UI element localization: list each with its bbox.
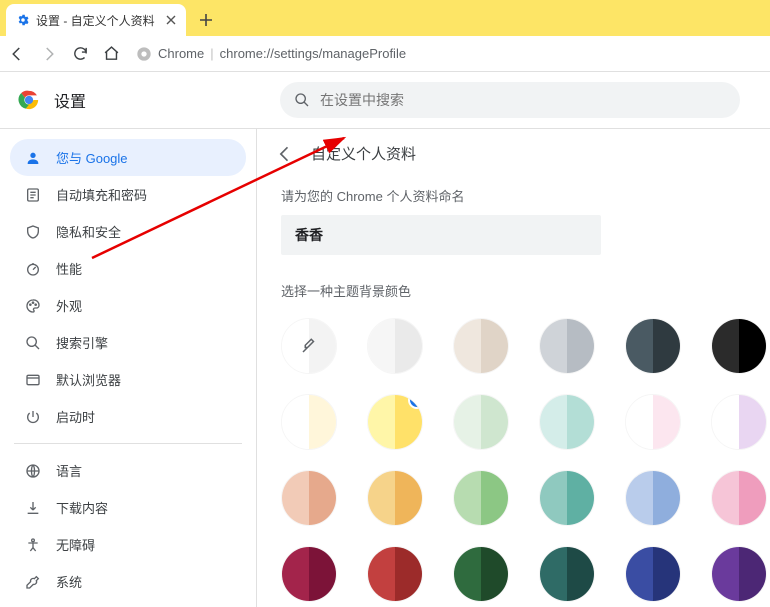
eyedropper-icon: [282, 319, 336, 373]
sidebar-item-label: 下载内容: [56, 498, 108, 517]
color-picker-swatch[interactable]: [281, 318, 337, 374]
omnibox-url: chrome://settings/manageProfile: [220, 46, 406, 61]
sidebar-item[interactable]: 隐私和安全: [10, 213, 246, 250]
gear-icon: [16, 13, 30, 27]
theme-swatch[interactable]: [711, 470, 767, 526]
wrench-icon: [24, 574, 42, 590]
theme-swatch[interactable]: [453, 470, 509, 526]
accessibility-icon: [24, 537, 42, 553]
sidebar-item[interactable]: 自动填充和密码: [10, 176, 246, 213]
chrome-logo-icon: [18, 89, 40, 111]
sidebar-item[interactable]: 系统: [10, 563, 246, 600]
globe-icon: [24, 463, 42, 479]
theme-color-grid: ✓: [281, 318, 752, 602]
browser-icon: [24, 372, 42, 388]
theme-swatch[interactable]: [367, 318, 423, 374]
sidebar-item[interactable]: 无障碍: [10, 526, 246, 563]
sidebar-item[interactable]: 您与 Google: [10, 139, 246, 176]
shield-icon: [24, 224, 42, 240]
search-icon: [24, 335, 42, 351]
sidebar-item[interactable]: 默认浏览器: [10, 361, 246, 398]
sidebar-item-label: 默认浏览器: [56, 370, 121, 389]
theme-swatch[interactable]: [625, 470, 681, 526]
back-button[interactable]: [8, 45, 26, 63]
autofill-icon: [24, 187, 42, 203]
theme-swatch[interactable]: [281, 470, 337, 526]
theme-swatch[interactable]: [625, 394, 681, 450]
theme-swatch[interactable]: [539, 546, 595, 602]
sidebar-item[interactable]: 语言: [10, 452, 246, 489]
sidebar-item-label: 外观: [56, 296, 82, 315]
sidebar-item-label: 启动时: [56, 407, 95, 426]
chrome-page-icon: [136, 46, 152, 62]
close-icon[interactable]: [166, 15, 176, 25]
reload-button[interactable]: [72, 45, 89, 62]
person-icon: [24, 150, 42, 166]
sidebar-item[interactable]: 性能: [10, 250, 246, 287]
palette-icon: [24, 298, 42, 314]
theme-swatch[interactable]: [539, 470, 595, 526]
content-back-button[interactable]: [275, 144, 295, 164]
profile-name-input[interactable]: [281, 215, 601, 255]
check-icon: ✓: [408, 394, 423, 409]
sidebar-item[interactable]: 搜索引擎: [10, 324, 246, 361]
tab-title: 设置 - 自定义个人资料: [36, 12, 155, 29]
theme-swatch[interactable]: [367, 546, 423, 602]
sidebar-item-label: 搜索引擎: [56, 333, 108, 352]
theme-swatch[interactable]: [711, 318, 767, 374]
theme-section-label: 选择一种主题背景颜色: [281, 281, 752, 300]
sidebar-item-label: 语言: [56, 461, 82, 480]
theme-swatch[interactable]: [539, 394, 595, 450]
sidebar-item[interactable]: 外观: [10, 287, 246, 324]
theme-swatch[interactable]: [281, 394, 337, 450]
profile-name-label: 请为您的 Chrome 个人资料命名: [281, 186, 752, 205]
theme-swatch[interactable]: [711, 394, 767, 450]
theme-swatch[interactable]: [453, 394, 509, 450]
content-title: 自定义个人资料: [311, 143, 416, 164]
tab-strip: 设置 - 自定义个人资料: [0, 0, 770, 36]
forward-button[interactable]: [40, 45, 58, 63]
theme-swatch[interactable]: [539, 318, 595, 374]
theme-swatch[interactable]: [367, 470, 423, 526]
search-icon: [294, 92, 310, 108]
sidebar-item-label: 系统: [56, 572, 82, 591]
sidebar-item-label: 性能: [56, 259, 82, 278]
sidebar-item-label: 无障碍: [56, 535, 95, 554]
address-bar[interactable]: Chrome | chrome://settings/manageProfile: [136, 46, 406, 62]
theme-swatch[interactable]: [711, 546, 767, 602]
omnibox-scheme: Chrome: [158, 46, 204, 61]
sidebar-item[interactable]: 下载内容: [10, 489, 246, 526]
toolbar: Chrome | chrome://settings/manageProfile: [0, 36, 770, 72]
sidebar-item-label: 自动填充和密码: [56, 185, 147, 204]
theme-swatch[interactable]: [625, 546, 681, 602]
content-area: 自定义个人资料 请为您的 Chrome 个人资料命名 选择一种主题背景颜色 ✓: [256, 129, 770, 607]
home-button[interactable]: [103, 45, 120, 62]
page-title: 设置: [54, 88, 86, 112]
performance-icon: [24, 261, 42, 277]
theme-swatch[interactable]: ✓: [367, 394, 423, 450]
theme-swatch[interactable]: [281, 546, 337, 602]
browser-tab[interactable]: 设置 - 自定义个人资料: [6, 4, 186, 36]
settings-header: 设置: [0, 72, 770, 128]
settings-search[interactable]: [280, 82, 740, 118]
sidebar-item[interactable]: 重置设置: [10, 600, 246, 607]
sidebar-item-label: 隐私和安全: [56, 222, 121, 241]
sidebar-item[interactable]: 启动时: [10, 398, 246, 435]
theme-swatch[interactable]: [625, 318, 681, 374]
theme-swatch[interactable]: [453, 318, 509, 374]
new-tab-button[interactable]: [192, 6, 220, 34]
theme-swatch[interactable]: [453, 546, 509, 602]
sidebar-item-label: 您与 Google: [56, 148, 128, 167]
settings-search-input[interactable]: [320, 92, 726, 108]
download-icon: [24, 500, 42, 516]
power-icon: [24, 409, 42, 425]
sidebar: 您与 Google 自动填充和密码隐私和安全性能外观搜索引擎默认浏览器启动时语言下…: [0, 129, 256, 607]
